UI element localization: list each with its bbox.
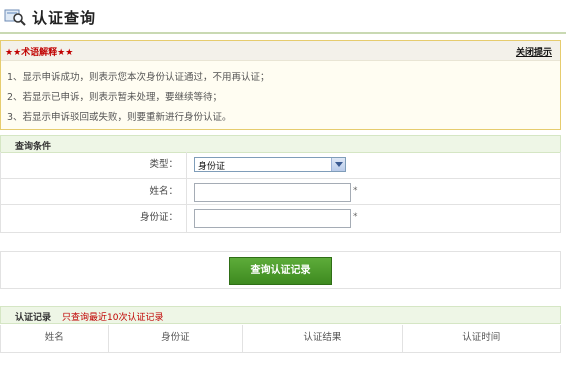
form-row-id: 身份证： *: [1, 205, 560, 233]
required-mark: *: [353, 186, 358, 196]
name-input[interactable]: [194, 183, 351, 202]
column-header-result: 认证结果: [243, 325, 403, 352]
query-form: 类型： 身份证 姓名： * 身份证： *: [0, 152, 561, 233]
page-title: 认证查询: [32, 9, 97, 27]
page-header: 认证查询: [0, 0, 566, 34]
column-header-id: 身份证: [109, 325, 244, 352]
form-row-name: 姓名： *: [1, 179, 560, 205]
name-label: 姓名：: [1, 179, 187, 204]
records-table-header: 姓名 身份证 认证结果 认证时间: [0, 325, 561, 353]
query-section-label: 查询条件: [15, 142, 52, 152]
id-label: 身份证：: [1, 205, 187, 232]
notice-line: 2、若显示已申诉，则表示暂未处理，要继续等待；: [7, 92, 223, 103]
chevron-down-icon[interactable]: [331, 158, 345, 171]
search-magnifier-icon: [4, 9, 26, 26]
notice-header: ★★术语解释★★ 关闭提示: [1, 41, 560, 61]
notice-box: ★★术语解释★★ 关闭提示 1、显示申诉成功，则表示您本次身份认证通过，不用再认…: [0, 40, 561, 130]
type-label: 类型：: [1, 152, 187, 178]
id-input[interactable]: [194, 209, 351, 228]
required-mark: *: [353, 212, 358, 222]
close-notice-link[interactable]: 关闭提示: [516, 45, 552, 58]
submit-row: 查询认证记录: [0, 251, 561, 289]
type-select[interactable]: 身份证: [194, 157, 346, 172]
query-section-header: 查询条件: [0, 135, 561, 153]
notice-title: ★★术语解释★★: [5, 48, 74, 58]
records-section-header: 认证记录 只查询最近10次认证记录: [0, 306, 561, 324]
notice-line: 3、若显示申诉驳回或失败，则要重新进行身份认证。: [7, 112, 232, 123]
notice-line: 1、显示申诉成功，则表示您本次身份认证通过，不用再认证；: [7, 72, 270, 83]
type-select-value: 身份证: [198, 162, 226, 172]
column-header-time: 认证时间: [462, 332, 501, 343]
records-section-label: 认证记录: [15, 313, 52, 323]
form-row-type: 类型： 身份证: [1, 152, 560, 179]
column-header-name: 姓名: [1, 325, 109, 352]
query-records-button[interactable]: 查询认证记录: [229, 257, 332, 285]
records-hint: 只查询最近10次认证记录: [62, 313, 164, 323]
